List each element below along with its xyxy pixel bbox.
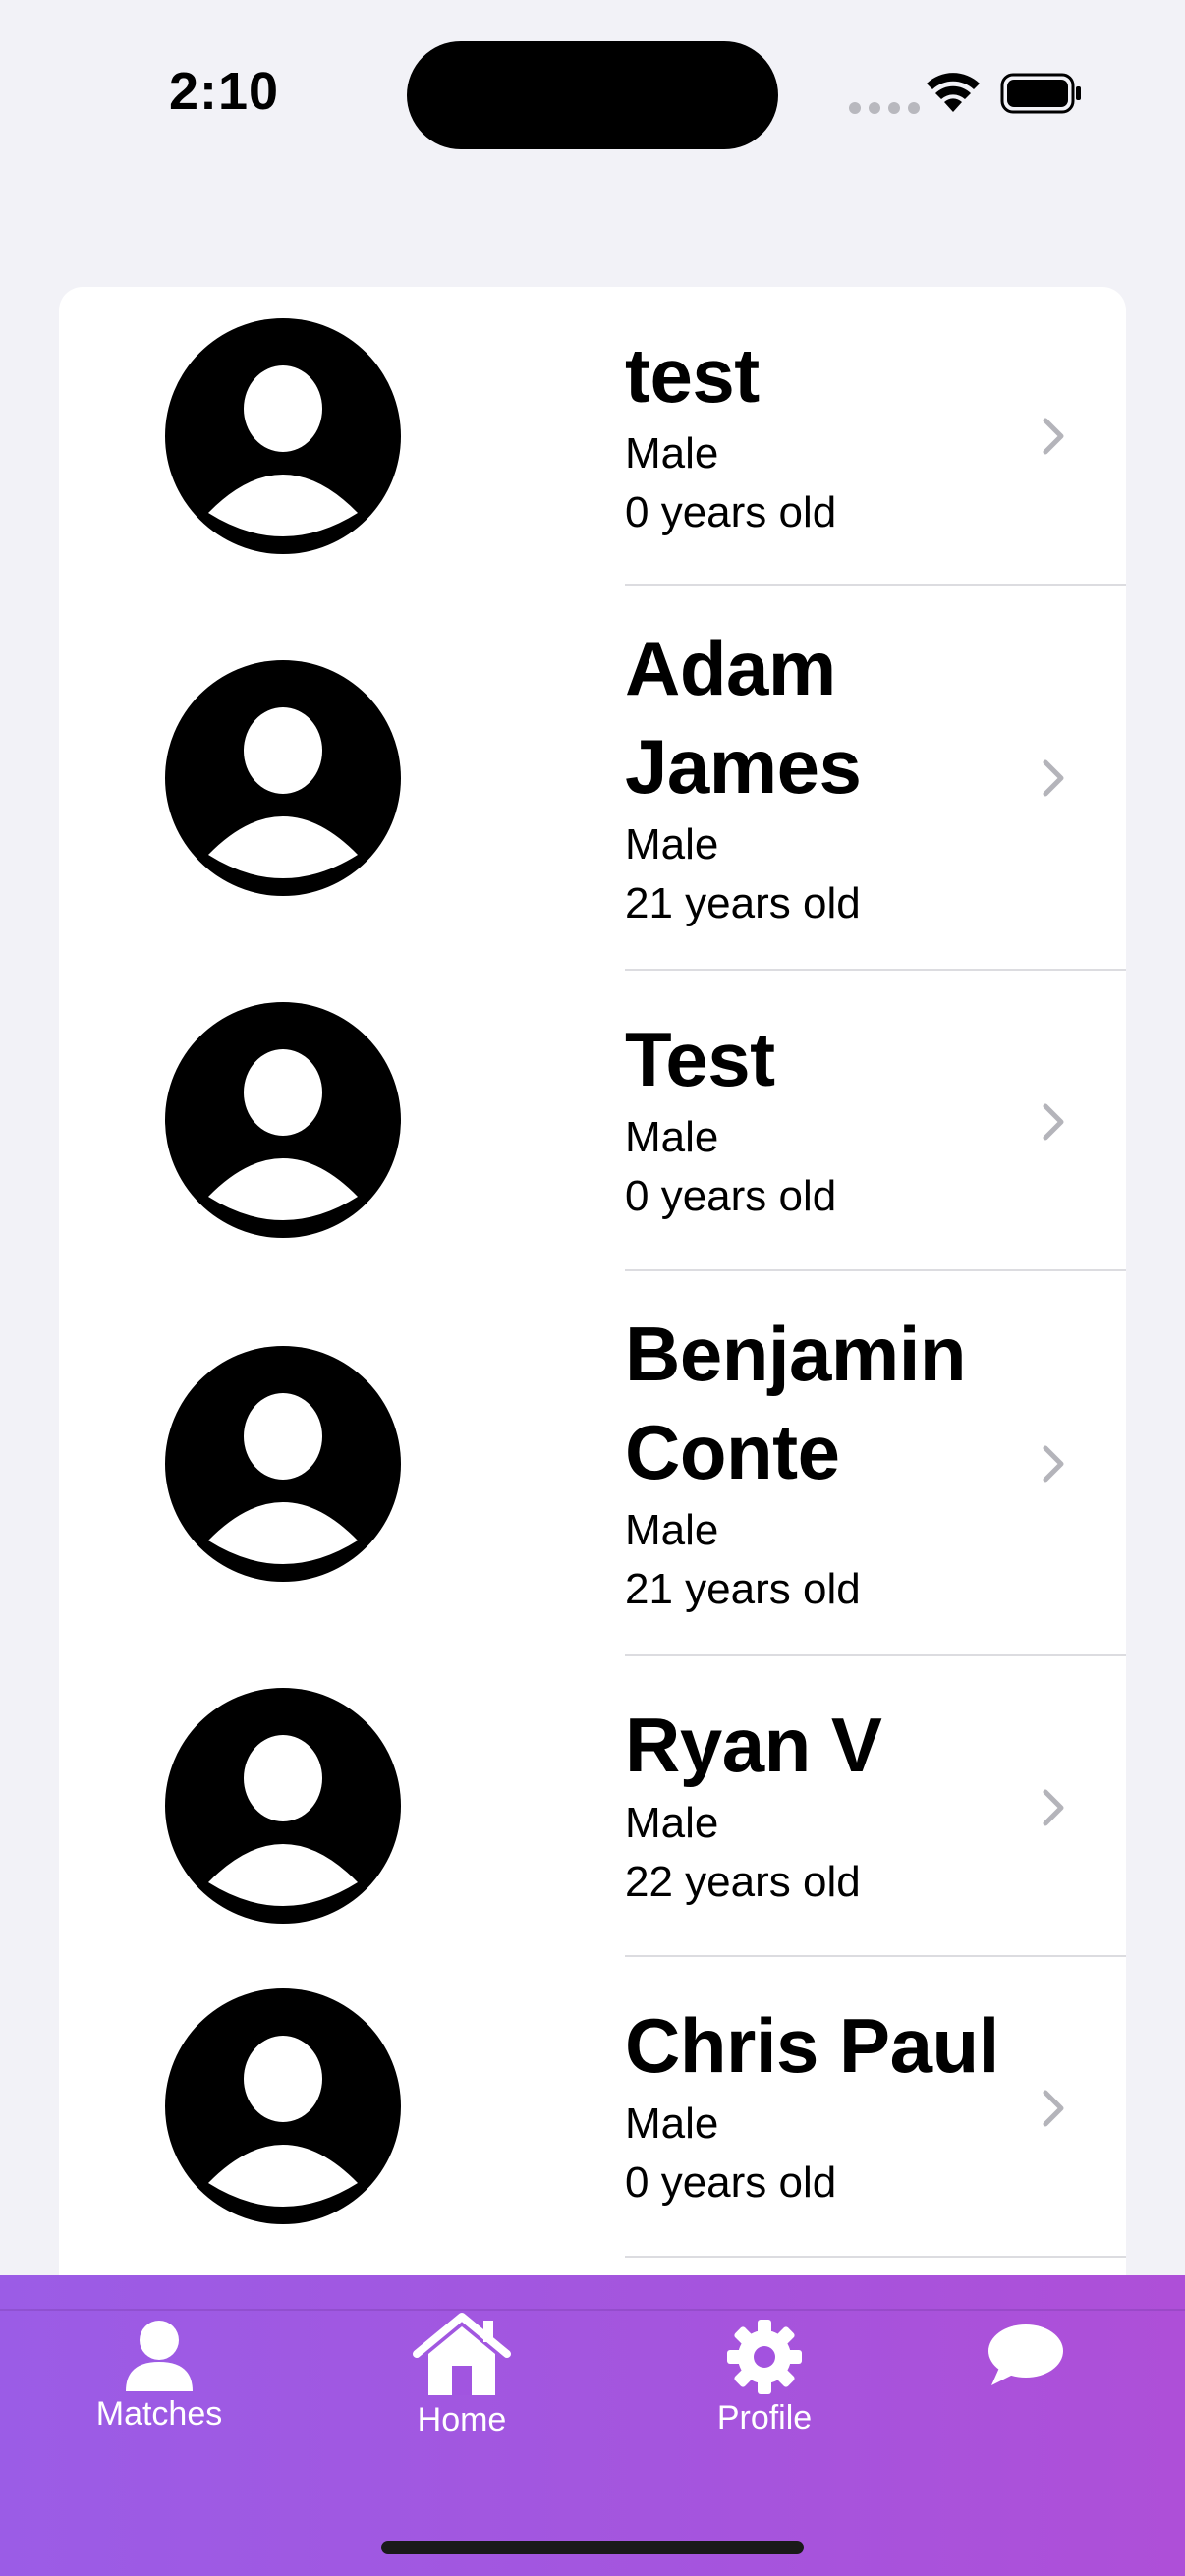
match-name: test: [625, 332, 760, 419]
match-age: 22 years old: [625, 1858, 861, 1906]
house-icon: [413, 2313, 511, 2395]
tab-bar-divider: [0, 2309, 1185, 2311]
person-circle-icon: [165, 1002, 401, 1238]
row-separator: [625, 2256, 1126, 2258]
dynamic-island: [407, 41, 778, 149]
person-circle-icon: [165, 660, 401, 896]
chevron-right-icon: [1043, 2090, 1064, 2127]
match-name: Test: [625, 1016, 775, 1102]
tab-home-label: Home: [417, 2401, 507, 2438]
match-age: 0 years old: [625, 488, 837, 536]
gear-icon: [727, 2320, 802, 2394]
tab-home[interactable]: Home: [383, 2311, 540, 2439]
home-indicator: [381, 2541, 804, 2554]
match-row-chris-paul[interactable]: Chris Paul Male 0 years old: [59, 1957, 1126, 2258]
match-name: Benjamin Conte: [625, 1311, 967, 1495]
match-name: Chris Paul: [625, 2002, 999, 2089]
tab-matches-label: Matches: [95, 2395, 223, 2433]
match-row-benjamin-conte[interactable]: Benjamin Conte Male 21 years old: [59, 1271, 1126, 1656]
match-gender: Male: [625, 2100, 719, 2148]
match-gender: Male: [625, 820, 719, 868]
chevron-right-icon: [1043, 759, 1064, 797]
match-gender: Male: [625, 1799, 719, 1847]
match-gender: Male: [625, 1113, 719, 1161]
person-icon: [126, 2321, 193, 2391]
person-circle-icon: [165, 1688, 401, 1924]
match-gender: Male: [625, 1506, 719, 1554]
tab-bar: Matches Home Profile: [0, 2275, 1185, 2576]
matches-list[interactable]: test Male 0 years old Adam James Male 21…: [59, 287, 1126, 2311]
match-row-test[interactable]: test Male 0 years old: [59, 287, 1126, 586]
match-gender: Male: [625, 429, 719, 477]
match-row-ryan-v[interactable]: Ryan V Male 22 years old: [59, 1656, 1126, 1957]
chevron-right-icon: [1043, 1789, 1064, 1826]
match-age: 21 years old: [625, 879, 861, 927]
match-age: 0 years old: [625, 1172, 837, 1220]
status-bar: 2:10: [0, 0, 1185, 177]
match-row-test-2[interactable]: Test Male 0 years old: [59, 971, 1126, 1271]
person-circle-icon: [165, 1346, 401, 1582]
chevron-right-icon: [1043, 1103, 1064, 1141]
chevron-right-icon: [1043, 418, 1064, 455]
match-age: 0 years old: [625, 2158, 837, 2207]
match-name: Adam James: [625, 625, 862, 810]
status-time: 2:10: [169, 62, 280, 121]
battery-icon: [1000, 73, 1081, 114]
tab-profile[interactable]: Profile: [686, 2319, 843, 2437]
chat-bubble-icon: [988, 2324, 1063, 2385]
person-circle-icon: [165, 318, 401, 554]
tab-profile-label: Profile: [716, 2399, 813, 2436]
match-age: 21 years old: [625, 1565, 861, 1613]
person-circle-icon: [165, 1988, 401, 2224]
match-name: Ryan V: [625, 1702, 882, 1788]
chevron-right-icon: [1043, 1445, 1064, 1483]
cellular-signal-icon: [849, 102, 920, 114]
tab-matches[interactable]: Matches: [81, 2317, 238, 2434]
tab-messages[interactable]: [977, 2323, 1075, 2387]
wifi-icon: [927, 73, 980, 112]
match-row-adam-james[interactable]: Adam James Male 21 years old: [59, 586, 1126, 971]
